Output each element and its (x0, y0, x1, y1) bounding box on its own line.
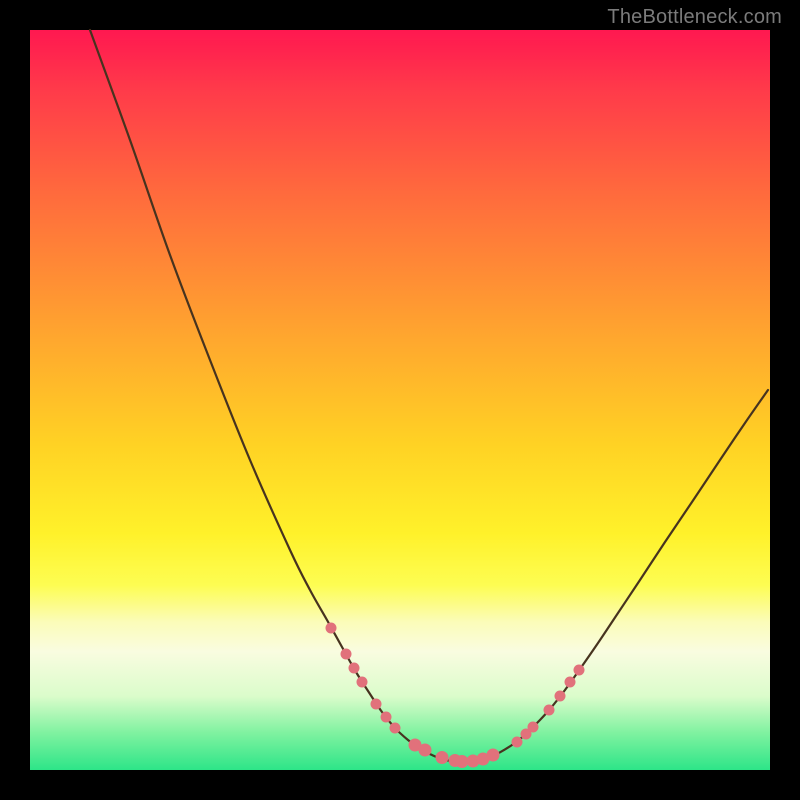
data-points-small (326, 623, 585, 748)
chart-stage: TheBottleneck.com (0, 0, 800, 800)
curves-svg (30, 30, 770, 770)
data-point (390, 723, 401, 734)
data-point (357, 677, 368, 688)
data-point (341, 649, 352, 660)
data-point (349, 663, 360, 674)
data-point (565, 677, 576, 688)
data-point (528, 722, 539, 733)
data-point (371, 699, 382, 710)
data-point (326, 623, 337, 634)
bottleneck-curve-right (464, 390, 768, 762)
data-point (436, 751, 449, 764)
data-point (487, 749, 500, 762)
data-point (419, 744, 432, 757)
bottleneck-curve-left (90, 30, 464, 762)
data-points-big (409, 739, 500, 769)
watermark-text: TheBottleneck.com (607, 6, 782, 29)
data-point (512, 737, 523, 748)
data-point (544, 705, 555, 716)
data-point (381, 712, 392, 723)
data-point (574, 665, 585, 676)
data-point (555, 691, 566, 702)
plot-area (30, 30, 770, 770)
